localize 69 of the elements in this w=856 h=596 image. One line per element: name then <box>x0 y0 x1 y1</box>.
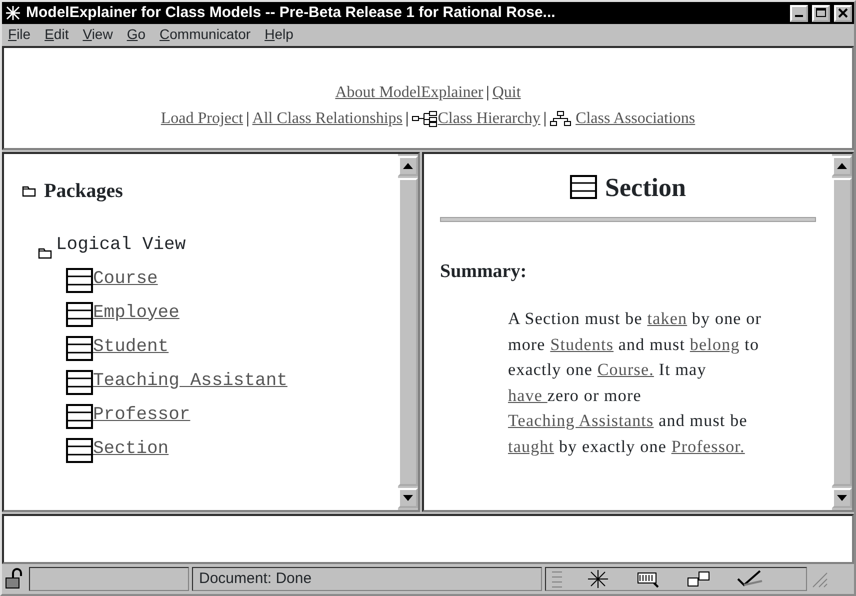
separator-text: | <box>246 108 250 129</box>
nav-link[interactable]: Class Associations <box>576 106 696 132</box>
class-icon <box>66 404 93 429</box>
separator-text: | <box>543 108 547 129</box>
class-icon <box>570 175 598 200</box>
menu-item[interactable]: Edit <box>44 24 69 46</box>
down-arrow-icon <box>403 495 413 502</box>
summary-link[interactable]: have <box>508 386 548 405</box>
separator-text: | <box>406 108 409 129</box>
class-link[interactable]: Course <box>93 266 158 293</box>
maximize-icon <box>815 7 827 19</box>
resize-grip-icon <box>810 570 828 588</box>
association-icon <box>550 110 572 127</box>
nav-link[interactable]: All Class Relationships <box>252 106 403 132</box>
nav-link[interactable]: Class Hierarchy <box>438 106 540 132</box>
class-icon <box>66 302 93 327</box>
summary-link[interactable]: taught <box>508 436 554 456</box>
status-text: Document: Done <box>192 567 542 592</box>
menu-item[interactable]: View <box>82 24 113 46</box>
folder-icon <box>38 246 52 259</box>
class-link[interactable]: Teaching Assistant <box>93 368 288 395</box>
summary-heading: Summary: <box>440 260 527 284</box>
scrollbar-thumb[interactable] <box>398 178 418 486</box>
minimize-icon <box>795 14 803 16</box>
scrollbar-thumb[interactable] <box>832 178 852 486</box>
menu-item[interactable]: Go <box>126 24 146 46</box>
detail-title: Section <box>605 172 686 204</box>
package-label[interactable]: Logical View <box>56 232 186 259</box>
navigator-icon[interactable] <box>586 569 610 590</box>
summary-link[interactable]: Teaching Assistants <box>508 411 654 430</box>
summary-link[interactable]: Professor. <box>671 436 745 456</box>
scroll-up-button[interactable] <box>832 156 852 176</box>
summary-link[interactable]: Course. <box>597 360 654 380</box>
grip-icon <box>552 569 562 590</box>
summary-paragraph: A Section must be taken by one or more Students and must belong to exactly one Course. It may have zero or more Teaching Assistants and must be taught by exactly one Professor. <box>508 308 763 458</box>
class-link[interactable]: Employee <box>93 300 180 327</box>
class-icon <box>66 370 93 395</box>
down-arrow-icon <box>837 495 847 502</box>
summary-link[interactable]: belong <box>690 334 740 354</box>
chat-icon[interactable] <box>686 569 712 590</box>
packages-heading: Packages <box>44 178 123 204</box>
nav-link[interactable]: Quit <box>492 80 521 106</box>
nav-link[interactable]: Load Project <box>160 106 244 132</box>
class-icon <box>66 268 93 293</box>
class-icon <box>66 438 93 463</box>
class-link[interactable]: Section <box>93 436 169 463</box>
menu-item[interactable]: Help <box>264 24 294 46</box>
nav-link[interactable]: About ModelExplainer <box>335 80 484 106</box>
class-link[interactable]: Student <box>93 334 169 361</box>
up-arrow-icon <box>403 162 413 169</box>
summary-link[interactable]: Students <box>550 334 614 354</box>
maximize-button[interactable] <box>812 4 830 22</box>
summary-link[interactable]: taken <box>647 309 688 328</box>
hierarchy-icon <box>412 110 438 127</box>
class-link[interactable]: Professor <box>93 402 190 429</box>
scroll-up-button[interactable] <box>398 156 418 176</box>
menu-item[interactable]: File <box>8 24 31 46</box>
close-button[interactable] <box>834 4 852 22</box>
menu-item[interactable]: Communicator <box>160 24 251 46</box>
class-icon <box>66 336 93 361</box>
separator-text: | <box>486 82 490 103</box>
scroll-down-button[interactable] <box>832 488 852 508</box>
window-title: ModelExplainer for Class Models -- Pre-Beta Release 1 for Rational Rose... <box>26 2 556 23</box>
app-icon <box>4 4 22 22</box>
up-arrow-icon <box>837 162 847 169</box>
close-icon <box>837 7 849 19</box>
minimize-button[interactable] <box>790 4 808 22</box>
scroll-down-button[interactable] <box>398 488 418 508</box>
folder-icon <box>22 184 36 197</box>
